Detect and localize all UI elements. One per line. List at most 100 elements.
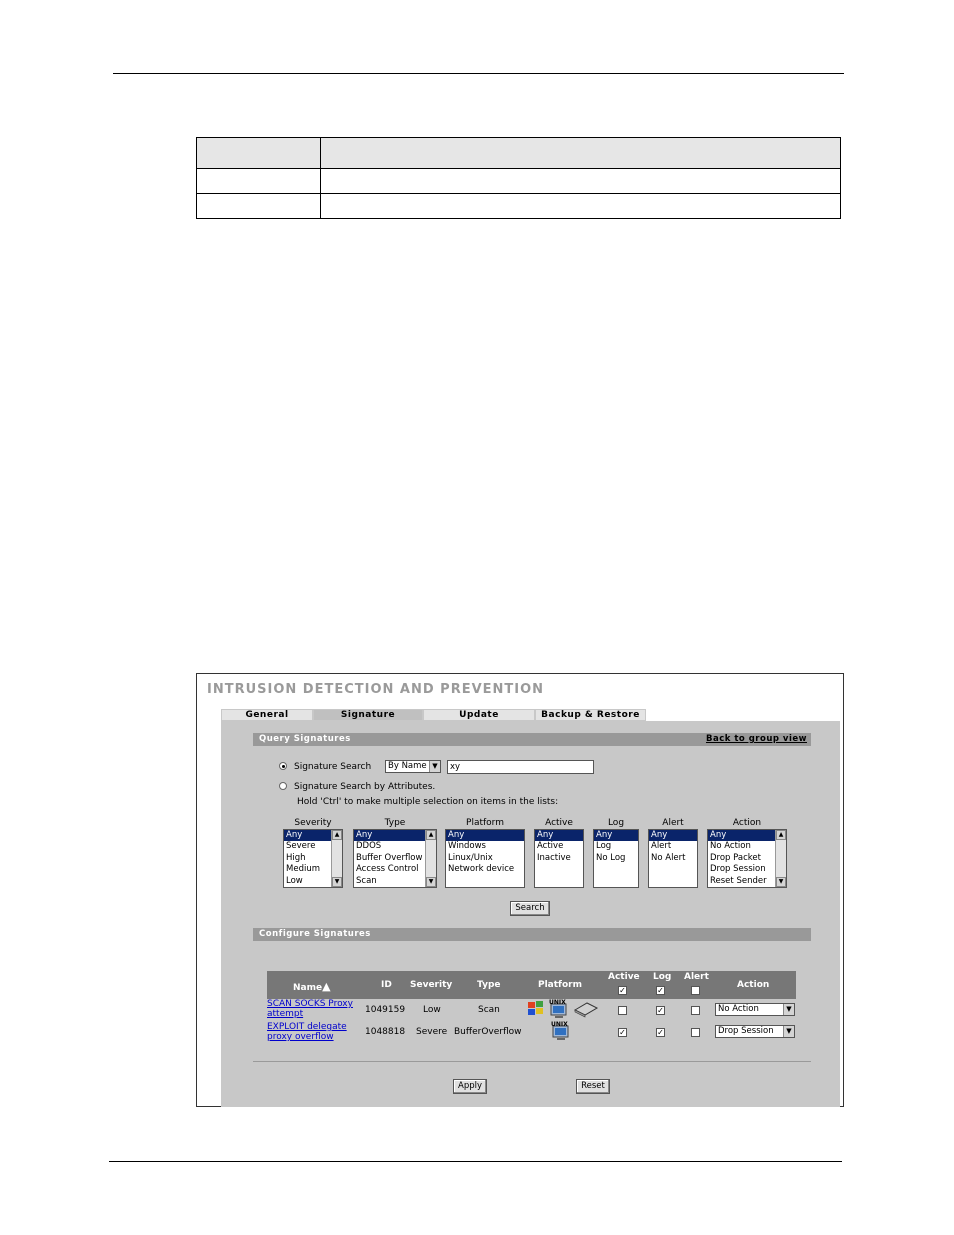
signature-name-line2[interactable]: attempt [267, 1009, 303, 1019]
list-option[interactable]: Scan [354, 876, 436, 887]
col-active: Active [608, 972, 640, 982]
signature-search-radio[interactable] [279, 762, 287, 770]
attribute-search-radio[interactable] [279, 782, 287, 790]
alert-checkbox[interactable] [691, 1028, 700, 1037]
query-signatures-title: Query Signatures [259, 734, 351, 744]
multi-select-hint: Hold 'Ctrl' to make multiple selection o… [297, 797, 559, 807]
scroll-down-icon[interactable]: ▼ [426, 877, 436, 887]
doc-table [196, 137, 841, 219]
list-option[interactable]: Any [594, 830, 638, 842]
app-title: INTRUSION DETECTION AND PREVENTION [207, 682, 545, 697]
col-platform: Platform [538, 980, 582, 990]
search-button[interactable]: Search [510, 901, 550, 916]
action-listbox[interactable]: Any No Action Drop Packet Drop Session R… [707, 829, 787, 888]
search-input-value: xy [450, 762, 461, 772]
configure-signatures-bar: Configure Signatures [253, 928, 811, 941]
scroll-down-icon[interactable]: ▼ [332, 877, 342, 887]
list-option[interactable]: No Log [594, 853, 638, 864]
apply-button[interactable]: Apply [453, 1079, 487, 1094]
alert-listbox[interactable]: Any Alert No Alert [648, 829, 698, 888]
tab-general[interactable]: General [221, 709, 313, 721]
active-checkbox[interactable] [618, 1006, 627, 1015]
tab-signature[interactable]: Signature [313, 709, 423, 721]
active-all-checkbox[interactable]: ✓ [618, 986, 627, 995]
alert-checkbox[interactable] [691, 1006, 700, 1015]
signature-name-line2[interactable]: proxy overflow [267, 1032, 334, 1042]
tab-backup-restore[interactable]: Backup & Restore [535, 709, 646, 721]
scroll-up-icon[interactable]: ▲ [332, 830, 342, 840]
list-option[interactable]: Active [535, 841, 583, 852]
col-name[interactable]: Name▲ [293, 980, 331, 993]
network-device-icon [573, 1002, 599, 1018]
scroll-down-icon[interactable]: ▼ [776, 877, 786, 887]
signature-severity: Severe [416, 1027, 448, 1037]
col-id: ID [381, 980, 392, 990]
list-option[interactable]: Inactive [535, 853, 583, 864]
col-name-label: Name [293, 983, 323, 993]
idp-screenshot: INTRUSION DETECTION AND PREVENTION Gener… [196, 673, 844, 1107]
action-select-value: Drop Session [718, 1026, 774, 1036]
list-option[interactable]: Linux/Unix [446, 853, 524, 864]
list-option[interactable]: Any [446, 830, 524, 842]
signature-severity: Low [423, 1005, 441, 1015]
list-option[interactable]: Log [594, 841, 638, 852]
log-all-checkbox[interactable]: ✓ [656, 986, 665, 995]
action-select[interactable]: No Action ▼ [715, 1003, 795, 1016]
unix-icon: UNIX [549, 999, 567, 1018]
platform-listbox[interactable]: Any Windows Linux/Unix Network device [445, 829, 525, 888]
col-log: Log [653, 972, 672, 982]
list-option[interactable]: Buffer Overflow [354, 853, 436, 864]
list-option[interactable]: DDOS [354, 841, 436, 852]
scrollbar[interactable]: ▲ ▼ [425, 830, 436, 887]
signature-name-link[interactable]: EXPLOIT delegate proxy overflow [267, 1022, 347, 1042]
signature-type: BufferOverflow [454, 1027, 522, 1037]
attribute-search-label: Signature Search by Attributes. [294, 782, 436, 792]
severity-listbox[interactable]: Any Severe High Medium Low ▲ ▼ [283, 829, 343, 888]
windows-icon [528, 1001, 543, 1015]
type-list-label: Type [384, 818, 406, 828]
list-option[interactable]: Alert [649, 841, 697, 852]
signature-id: 1048818 [365, 1027, 406, 1037]
log-list-label: Log [607, 818, 625, 828]
alert-all-checkbox[interactable] [691, 986, 700, 995]
chevron-down-icon: ▼ [429, 761, 440, 772]
log-checkbox[interactable]: ✓ [656, 1028, 665, 1037]
list-option[interactable]: Windows [446, 841, 524, 852]
table-row: SCAN SOCKS Proxy attempt 1049159 Low Sca… [267, 999, 796, 1021]
back-to-group-view-link[interactable]: Back to group view [706, 733, 807, 746]
type-listbox[interactable]: Any DDOS Buffer Overflow Access Control … [353, 829, 437, 888]
reset-button[interactable]: Reset [576, 1079, 610, 1094]
active-listbox[interactable]: Any Active Inactive [534, 829, 584, 888]
search-by-select[interactable]: By Name ▼ [385, 760, 441, 773]
doc-table-row [197, 169, 840, 194]
list-option[interactable]: Any [649, 830, 697, 842]
search-input[interactable]: xy [447, 760, 594, 774]
col-action: Action [737, 980, 770, 990]
active-list-label: Active [545, 818, 573, 828]
active-checkbox[interactable]: ✓ [618, 1028, 627, 1037]
tab-update[interactable]: Update [423, 709, 535, 721]
severity-list-label: Severity [294, 818, 332, 828]
signature-name-link[interactable]: SCAN SOCKS Proxy attempt [267, 999, 353, 1019]
action-select[interactable]: Drop Session ▼ [715, 1025, 795, 1038]
list-option[interactable]: Network device [446, 864, 524, 875]
scroll-up-icon[interactable]: ▲ [776, 830, 786, 840]
doc-table-divider [320, 138, 321, 218]
col-alert: Alert [684, 972, 709, 982]
signature-name-line1[interactable]: SCAN SOCKS Proxy [267, 999, 353, 1009]
signature-name-line1[interactable]: EXPLOIT delegate [267, 1022, 347, 1032]
scrollbar[interactable]: ▲ ▼ [331, 830, 342, 887]
list-option[interactable]: Any [535, 830, 583, 842]
scroll-up-icon[interactable]: ▲ [426, 830, 436, 840]
list-option[interactable]: Any [354, 830, 436, 842]
signature-panel: Query Signatures Back to group view Sign… [221, 721, 840, 1107]
signature-type: Scan [478, 1005, 500, 1015]
list-option[interactable]: Access Control [354, 864, 436, 875]
log-checkbox[interactable]: ✓ [656, 1006, 665, 1015]
log-listbox[interactable]: Any Log No Log [593, 829, 639, 888]
list-option[interactable]: No Alert [649, 853, 697, 864]
col-severity: Severity [410, 980, 453, 990]
unix-icon: UNIX [551, 1021, 569, 1040]
scrollbar[interactable]: ▲ ▼ [775, 830, 786, 887]
sort-ascending-icon: ▲ [322, 980, 331, 993]
